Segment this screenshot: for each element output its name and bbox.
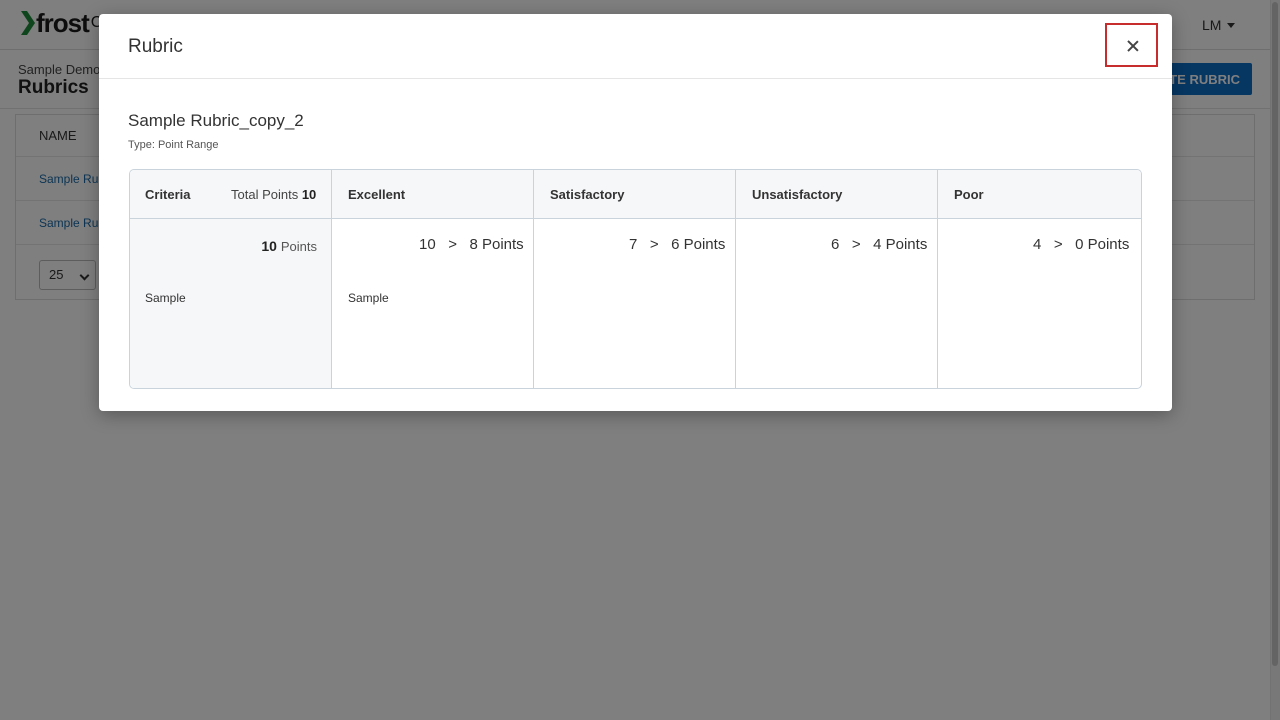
range-unit: Points <box>683 236 726 253</box>
level-header-poor: Poor <box>954 187 984 202</box>
range-max: 4 <box>1033 236 1042 253</box>
column-divider <box>533 170 534 388</box>
criterion-cell: 10 Points Sample <box>130 219 332 388</box>
modal-header: Rubric <box>99 14 1172 79</box>
range-unit: Points <box>481 236 524 253</box>
rubric-header-row: Criteria Total Points 10 Excellent Satis… <box>130 170 1141 219</box>
criterion-points-unit: Points <box>280 239 317 254</box>
level-range-satisfactory: 7 > 6 Points <box>629 236 726 253</box>
rubric-type: Type: Point Range <box>128 139 219 151</box>
rubric-table: Criteria Total Points 10 Excellent Satis… <box>129 169 1142 389</box>
range-max: 6 <box>831 236 840 253</box>
range-max: 10 <box>419 236 436 253</box>
criterion-points: 10 Points <box>261 238 317 254</box>
column-divider <box>937 170 938 388</box>
total-points-value: 10 <box>301 187 317 202</box>
range-min: 6 <box>671 236 680 253</box>
level-range-excellent: 10 > 8 Points <box>419 236 524 253</box>
range-min: 0 <box>1075 236 1084 253</box>
criterion-points-value: 10 <box>261 238 277 254</box>
rubric-name: Sample Rubric_copy_2 <box>128 111 304 130</box>
level-description-excellent: Sample <box>348 291 389 305</box>
range-min: 4 <box>873 236 882 253</box>
level-header-unsatisfactory: Unsatisfactory <box>752 187 843 202</box>
total-points: Total Points 10 <box>231 187 316 202</box>
close-button[interactable] <box>1105 23 1158 67</box>
level-header-satisfactory: Satisfactory <box>550 187 625 202</box>
level-range-poor: 4 > 0 Points <box>1033 236 1130 253</box>
column-divider <box>735 170 736 388</box>
level-range-unsatisfactory: 6 > 4 Points <box>831 236 928 253</box>
total-points-label: Total Points <box>231 187 299 202</box>
level-header-excellent: Excellent <box>348 187 406 202</box>
range-min: 8 <box>469 236 478 253</box>
rubric-modal: Rubric Sample Rubric_copy_2 Type: Point … <box>99 14 1172 411</box>
modal-title: Rubric <box>128 36 183 57</box>
range-unit: Points <box>885 236 928 253</box>
criterion-text: Sample <box>145 291 186 305</box>
range-max: 7 <box>629 236 638 253</box>
close-icon <box>1127 40 1138 51</box>
criteria-header: Criteria <box>145 187 191 202</box>
range-unit: Points <box>1087 236 1130 253</box>
column-divider <box>331 170 332 388</box>
